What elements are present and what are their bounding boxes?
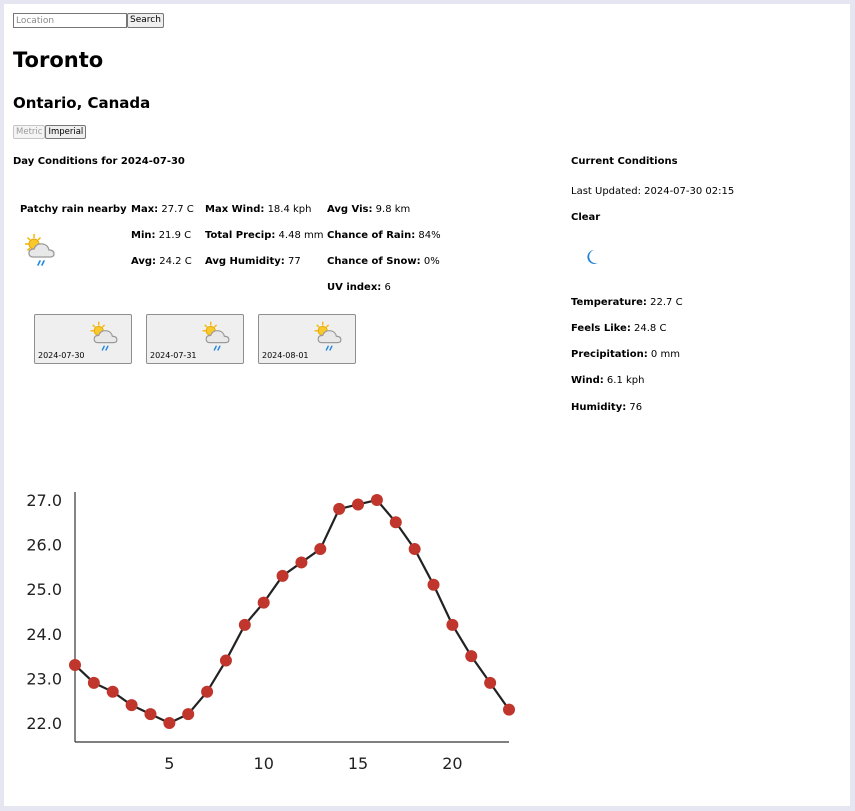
- forecast-card[interactable]: 2024-08-01: [258, 314, 356, 364]
- data-point: [219, 654, 232, 667]
- imperial-button[interactable]: Imperial: [45, 125, 87, 139]
- data-point: [125, 699, 138, 712]
- y-tick-label: 24.0: [26, 625, 62, 644]
- day-stat-uv-index: UV index: 6: [327, 282, 391, 293]
- patchy-rain-icon: [20, 231, 64, 279]
- patchy-rain-icon: [85, 319, 127, 363]
- app-window: Search Toronto Ontario, Canada Metric Im…: [4, 4, 850, 806]
- day-stat-avg: Avg: 24.2 C: [131, 256, 192, 267]
- unit-toggle: Metric Imperial: [13, 125, 87, 139]
- data-point: [352, 498, 365, 511]
- data-point: [314, 543, 327, 556]
- day-summary: Patchy rain nearby: [20, 204, 127, 215]
- x-tick-label: 15: [348, 754, 368, 773]
- search-button[interactable]: Search: [127, 13, 164, 28]
- moon-icon: [584, 248, 600, 270]
- day-stat-chance-rain: Chance of Rain: 84%: [327, 230, 441, 241]
- forecast-card[interactable]: 2024-07-31: [146, 314, 244, 364]
- current-precipitation: Precipitation: 0 mm: [571, 349, 680, 360]
- patchy-rain-icon: [309, 319, 351, 363]
- current-humidity: Humidity: 76: [571, 402, 643, 413]
- day-conditions-title: Day Conditions for 2024-07-30: [13, 156, 185, 167]
- data-point: [87, 676, 100, 689]
- data-point: [69, 659, 81, 672]
- day-stat-max-wind: Max Wind: 18.4 kph: [205, 204, 312, 215]
- data-point: [484, 676, 497, 689]
- current-temperature: Temperature: 22.7 C: [571, 297, 683, 308]
- location-input[interactable]: [13, 13, 127, 28]
- day-stat-avg-vis: Avg Vis: 9.8 km: [327, 204, 411, 215]
- city-title: Toronto: [13, 48, 104, 72]
- current-wind: Wind: 6.1 kph: [571, 375, 645, 386]
- current-condition: Clear: [571, 212, 601, 223]
- data-point: [201, 685, 214, 698]
- day-stat-avg-humidity: Avg Humidity: 77: [205, 256, 301, 267]
- last-updated: Last Updated: 2024-07-30 02:15: [571, 186, 735, 197]
- data-point: [295, 556, 308, 569]
- data-point: [333, 502, 346, 515]
- data-point: [257, 596, 270, 609]
- data-point: [427, 578, 440, 591]
- y-tick-label: 22.0: [26, 714, 62, 733]
- data-point: [408, 543, 421, 556]
- data-point: [238, 618, 251, 631]
- day-stat-min: Min: 21.9 C: [131, 230, 192, 241]
- patchy-rain-icon: [197, 319, 239, 363]
- forecast-date: 2024-07-30: [38, 351, 85, 360]
- data-point: [446, 618, 459, 631]
- x-tick-label: 20: [442, 754, 462, 773]
- forecast-date: 2024-07-31: [150, 351, 197, 360]
- y-tick-label: 26.0: [26, 536, 62, 555]
- y-tick-label: 23.0: [26, 669, 62, 688]
- y-tick-label: 25.0: [26, 580, 62, 599]
- forecast-card[interactable]: 2024-07-30: [34, 314, 132, 364]
- current-feels-like: Feels Like: 24.8 C: [571, 323, 667, 334]
- data-point: [163, 717, 176, 729]
- data-point: [503, 703, 515, 716]
- data-point: [465, 650, 478, 663]
- metric-button[interactable]: Metric: [13, 125, 46, 139]
- search-bar: Search: [13, 13, 164, 28]
- data-point: [276, 569, 289, 582]
- data-point: [144, 708, 157, 721]
- day-stat-total-precip: Total Precip: 4.48 mm: [205, 230, 324, 241]
- data-point: [370, 494, 383, 506]
- x-tick-label: 10: [254, 754, 274, 773]
- series-line: [74, 498, 510, 725]
- y-tick-label: 27.0: [26, 491, 62, 510]
- data-point: [182, 708, 195, 721]
- current-conditions-title: Current Conditions: [571, 156, 678, 167]
- forecast-date: 2024-08-01: [262, 351, 309, 360]
- temperature-chart: 22.0 23.0 24.0 25.0 26.0 27.0 5 10 15 20: [26, 491, 515, 773]
- x-tick-label: 5: [164, 754, 174, 773]
- day-stat-max: Max: 27.7 C: [131, 204, 194, 215]
- data-point: [389, 516, 402, 529]
- region-subtitle: Ontario, Canada: [13, 94, 151, 112]
- data-point: [106, 685, 119, 698]
- day-stat-chance-snow: Chance of Snow: 0%: [327, 256, 440, 267]
